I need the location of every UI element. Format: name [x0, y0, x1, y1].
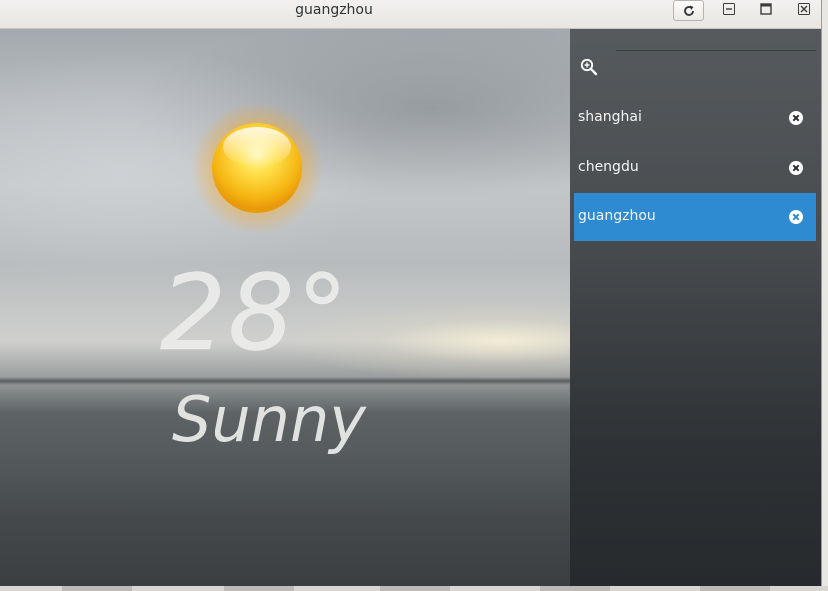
- city-name: chengdu: [578, 159, 639, 175]
- city-sidebar: shanghai chengdu guangzhou: [570, 29, 821, 586]
- desktop-strip-mark: [540, 586, 610, 591]
- maximize-button[interactable]: [758, 1, 774, 17]
- desktop-strip-mark: [224, 586, 294, 591]
- maximize-icon: [760, 3, 772, 15]
- city-name: guangzhou: [578, 208, 656, 224]
- close-icon: [798, 3, 810, 15]
- city-item-chengdu[interactable]: chengdu: [574, 144, 816, 192]
- minimize-icon: [723, 3, 735, 15]
- search-entry-underline[interactable]: [616, 50, 816, 51]
- desktop-strip-mark: [62, 586, 132, 591]
- zoom-search-icon[interactable]: [580, 58, 598, 76]
- refresh-icon: [683, 5, 694, 16]
- remove-city-icon[interactable]: [788, 209, 804, 225]
- city-name: shanghai: [578, 109, 642, 125]
- weather-app-window: guangzhou 28° Sunny shanghai chengdu gua…: [0, 0, 822, 587]
- weather-condition: Sunny: [172, 383, 366, 456]
- window-title: guangzhou: [295, 2, 373, 18]
- desktop-strip-mark: [380, 586, 450, 591]
- minimize-button[interactable]: [721, 1, 737, 17]
- desktop-strip-mark: [700, 586, 770, 591]
- weather-view: 28° Sunny: [0, 29, 570, 586]
- close-button[interactable]: [796, 1, 812, 17]
- city-item-shanghai[interactable]: shanghai: [574, 94, 816, 142]
- refresh-button[interactable]: [673, 0, 704, 21]
- remove-city-icon[interactable]: [788, 110, 804, 126]
- remove-city-icon[interactable]: [788, 160, 804, 176]
- city-item-guangzhou[interactable]: guangzhou: [574, 193, 816, 241]
- temperature-value: 28°: [160, 252, 351, 374]
- title-bar: guangzhou: [0, 0, 821, 29]
- sun-icon: [191, 102, 323, 234]
